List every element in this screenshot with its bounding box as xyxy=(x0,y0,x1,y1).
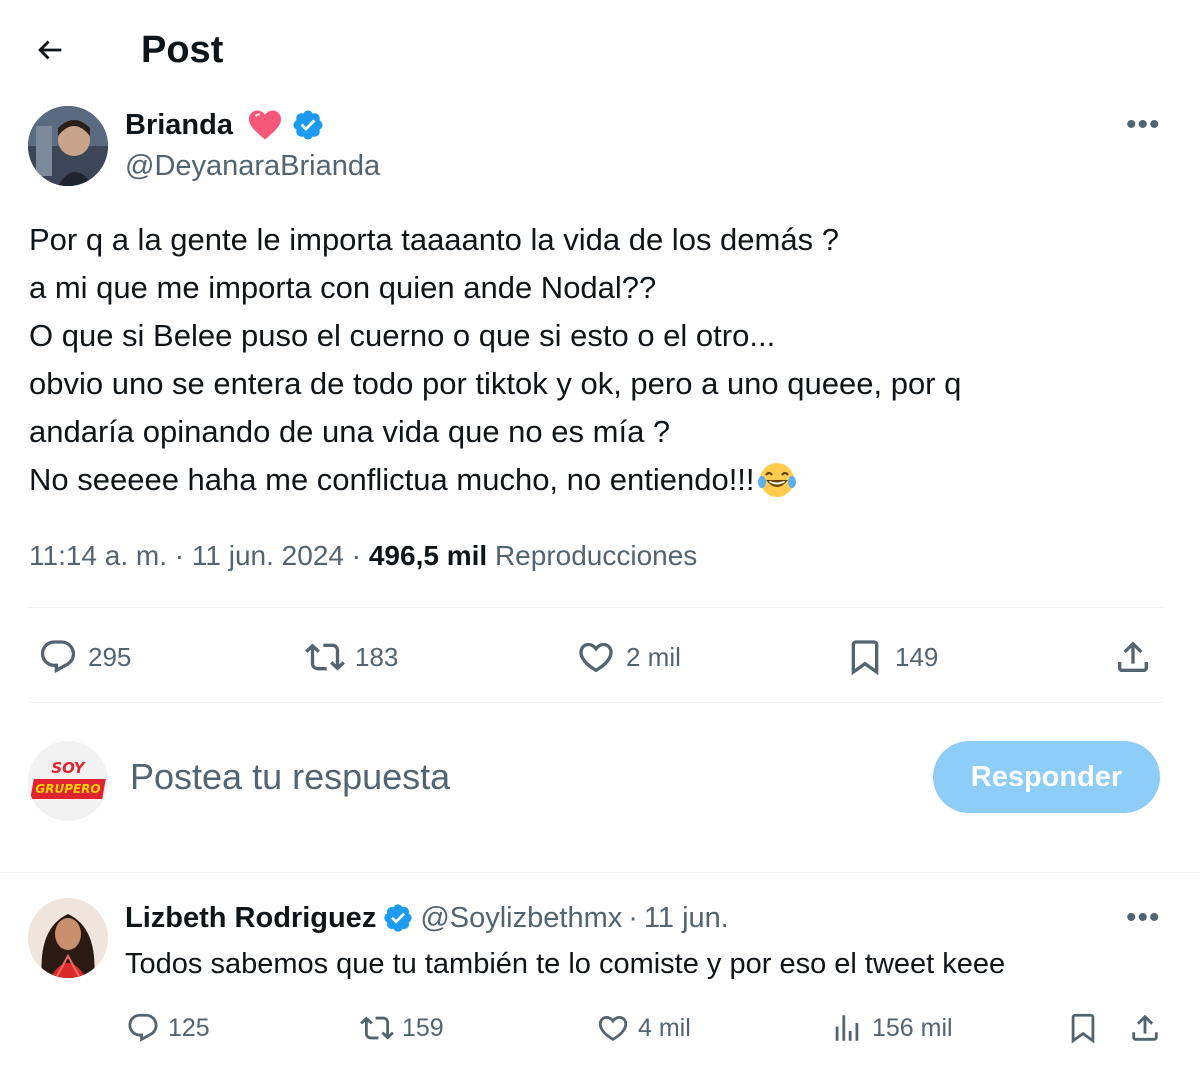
repost-icon xyxy=(360,1016,394,1040)
reply-bookmark-button[interactable] xyxy=(1066,1011,1100,1045)
verified-badge-icon xyxy=(384,904,412,932)
avatar-logo-text: GRUPERO xyxy=(35,782,101,796)
repost-count: 159 xyxy=(402,1013,444,1042)
laughing-emoji-icon xyxy=(757,463,796,497)
repost-icon xyxy=(305,643,345,671)
share-icon xyxy=(1132,1014,1158,1041)
bookmark-icon xyxy=(851,640,879,676)
post-date[interactable]: 11 jun. 2024 xyxy=(192,540,344,571)
more-options-icon[interactable]: ••• xyxy=(1126,108,1161,142)
views-count: 496,5 mil xyxy=(368,540,488,571)
views-count: 156 mil xyxy=(872,1013,953,1042)
avatar-photo xyxy=(28,898,108,978)
bookmark-button[interactable]: 149 xyxy=(845,637,938,677)
composer-avatar[interactable]: SOY GRUPERO xyxy=(28,741,108,821)
like-count: 2 mil xyxy=(626,641,681,672)
reply-count: 295 xyxy=(88,641,132,672)
verified-badge-icon xyxy=(293,110,323,140)
arrow-left-icon xyxy=(38,40,62,60)
reply-share-button[interactable] xyxy=(1128,1011,1162,1045)
tweet-text: Por q a la gente le importa taaaanto la … xyxy=(29,216,1169,504)
avatar-logo-text: SOY xyxy=(51,759,85,777)
page-title: Post xyxy=(141,29,224,71)
author-handle[interactable]: @DeyanaraBrianda xyxy=(125,148,380,184)
post-meta: 11:14 a. m. · 11 jun. 2024 · 496,5 mil R… xyxy=(29,540,698,571)
reply-input[interactable]: Postea tu respuesta xyxy=(130,755,450,799)
views-label: Reproducciones xyxy=(494,540,698,571)
views-chart-icon xyxy=(835,1015,859,1041)
reply-author-name[interactable]: Lizbeth Rodriguez xyxy=(125,900,376,936)
reply-date[interactable]: 11 jun. xyxy=(644,900,729,936)
section-divider xyxy=(0,872,1200,873)
heart-emoji-icon xyxy=(248,110,281,140)
reply-submit-button[interactable]: Responder xyxy=(933,741,1160,813)
tweet-line: Por q a la gente le importa taaaanto la … xyxy=(29,222,839,257)
tweet-line: a mi que me importa con quien ande Nodal… xyxy=(29,270,657,305)
reply-views-button[interactable]: 156 mil xyxy=(830,1011,953,1045)
reply-repost-button[interactable]: 159 xyxy=(360,1011,444,1045)
reply-author-handle[interactable]: @Soylizbethmx xyxy=(420,900,622,936)
post-time[interactable]: 11:14 a. m. xyxy=(29,540,167,571)
heart-icon xyxy=(598,1015,628,1041)
reply-icon xyxy=(40,640,76,674)
tweet-line: No seeeee haha me conflictua mucho, no e… xyxy=(29,462,755,497)
reply-button[interactable]: 295 xyxy=(38,637,131,677)
like-count: 4 mil xyxy=(638,1013,691,1042)
reply-like-button[interactable]: 4 mil xyxy=(596,1011,691,1045)
reply-reply-button[interactable]: 125 xyxy=(126,1011,210,1045)
reply-count: 125 xyxy=(168,1013,210,1042)
divider xyxy=(28,702,1163,703)
repost-count: 183 xyxy=(355,641,399,672)
share-icon xyxy=(1118,641,1148,672)
tweet-line: obvio uno se entera de todo por tiktok y… xyxy=(29,366,962,401)
reply-text: Todos sabemos que tu también te lo comis… xyxy=(125,948,1006,980)
bookmark-icon xyxy=(1071,1013,1095,1044)
reply-icon xyxy=(128,1013,158,1042)
divider xyxy=(28,607,1163,608)
bookmark-count: 149 xyxy=(895,641,939,672)
share-button[interactable] xyxy=(1113,637,1153,677)
back-button[interactable] xyxy=(28,28,72,72)
avatar-photo xyxy=(28,106,108,186)
author-avatar[interactable] xyxy=(28,106,108,186)
tweet-line: andaría opinando de una vida que no es m… xyxy=(29,414,671,449)
tweet-line: O que si Belee puso el cuerno o que si e… xyxy=(29,318,776,353)
heart-icon xyxy=(579,642,613,673)
author-name[interactable]: Brianda xyxy=(125,107,233,143)
like-button[interactable]: 2 mil xyxy=(576,637,681,677)
repost-button[interactable]: 183 xyxy=(305,637,398,677)
reply-author-avatar[interactable] xyxy=(28,898,108,978)
more-options-icon[interactable]: ••• xyxy=(1126,901,1161,935)
